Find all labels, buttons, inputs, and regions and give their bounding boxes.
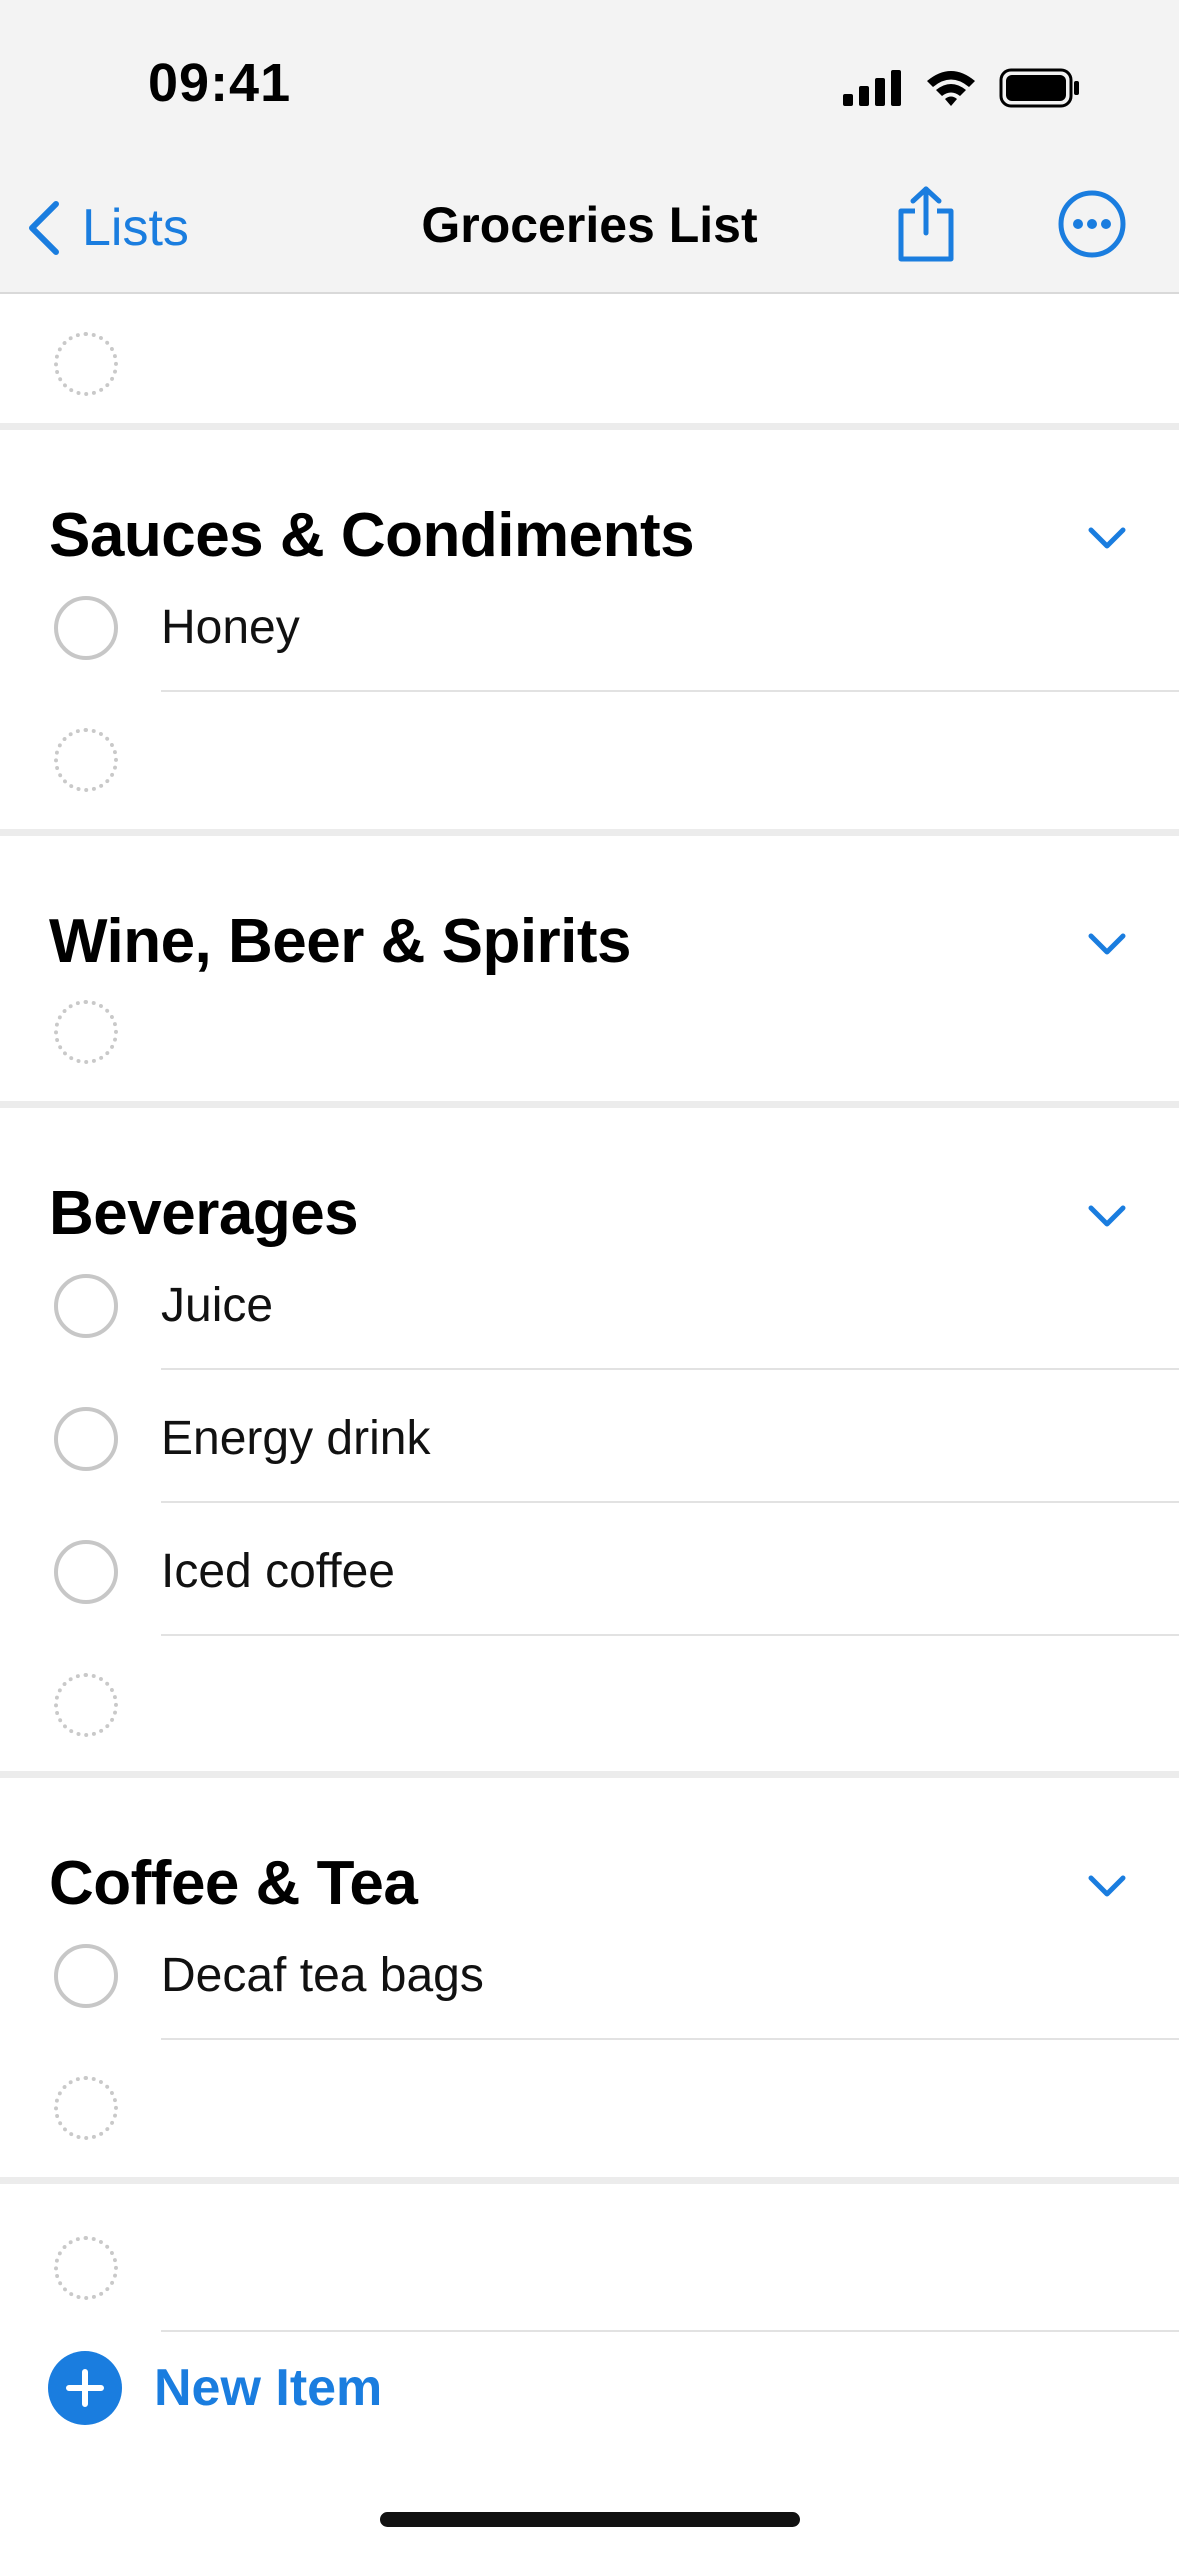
collapse-button[interactable] xyxy=(1083,920,1131,968)
item-checkbox[interactable] xyxy=(54,1540,118,1604)
list-item[interactable]: Energy drink xyxy=(0,1371,1179,1503)
empty-item-row[interactable] xyxy=(0,692,1179,824)
section-ungrouped xyxy=(0,2184,1179,2484)
collapse-chevron-icon xyxy=(1088,527,1126,549)
empty-item-row[interactable] xyxy=(0,2040,1179,2172)
divider xyxy=(161,1501,1179,1503)
item-text[interactable]: Juice xyxy=(161,1278,273,1333)
status-time: 09:41 xyxy=(148,53,292,113)
collapse-button[interactable] xyxy=(1083,1192,1131,1240)
item-text[interactable]: Decaf tea bags xyxy=(161,1948,484,2003)
wifi-icon xyxy=(927,71,975,106)
empty-item-row[interactable] xyxy=(0,296,1179,428)
list-item[interactable]: Juice xyxy=(0,1238,1179,1370)
share-button[interactable] xyxy=(884,182,968,266)
collapse-chevron-icon xyxy=(1088,1205,1126,1227)
list-item[interactable]: Honey xyxy=(0,560,1179,692)
share-icon xyxy=(898,186,954,262)
item-checkbox[interactable] xyxy=(54,1944,118,2008)
list-content: Sauces & Condiments Honey Wine, Beer & S… xyxy=(0,296,1179,2484)
item-text[interactable]: Iced coffee xyxy=(161,1544,395,1599)
new-item-placeholder-circle[interactable] xyxy=(54,332,118,396)
collapse-button[interactable] xyxy=(1083,1862,1131,1910)
back-chevron-icon xyxy=(29,201,59,255)
section-sauces-condiments: Sauces & Condiments Honey xyxy=(0,430,1179,836)
list-item[interactable]: Decaf tea bags xyxy=(0,1908,1179,2040)
new-item-placeholder-circle[interactable] xyxy=(54,2076,118,2140)
back-label: Lists xyxy=(82,199,189,257)
section-coffee-tea: Coffee & Tea Decaf tea bags xyxy=(0,1778,1179,2184)
status-icons xyxy=(843,66,1081,110)
item-checkbox[interactable] xyxy=(54,1274,118,1338)
home-indicator[interactable] xyxy=(380,2512,800,2527)
new-item-placeholder-circle[interactable] xyxy=(54,2236,118,2300)
section-beverages: Beverages Juice Energy drink Iced coffee xyxy=(0,1108,1179,1778)
divider xyxy=(161,1634,1179,1636)
new-item-placeholder-circle[interactable] xyxy=(54,1000,118,1064)
empty-item-row[interactable] xyxy=(0,2200,1179,2332)
new-item-button[interactable]: New Item xyxy=(48,2348,382,2428)
item-text[interactable]: Energy drink xyxy=(161,1411,430,1466)
more-icon xyxy=(1058,190,1126,258)
collapse-button[interactable] xyxy=(1083,514,1131,562)
item-text[interactable]: Honey xyxy=(161,600,300,655)
section-wine-beer-spirits: Wine, Beer & Spirits xyxy=(0,836,1179,1108)
divider xyxy=(161,1368,1179,1370)
new-item-label: New Item xyxy=(154,2359,383,2417)
back-button[interactable]: Lists xyxy=(24,188,189,268)
signal-icon xyxy=(843,70,901,106)
empty-item-row[interactable] xyxy=(0,1637,1179,1769)
previous-section xyxy=(0,296,1179,430)
divider xyxy=(161,2330,1179,2332)
battery-icon xyxy=(999,68,1079,108)
new-item-placeholder-circle[interactable] xyxy=(54,728,118,792)
new-item-placeholder-circle[interactable] xyxy=(54,1673,118,1737)
collapse-chevron-icon xyxy=(1088,933,1126,955)
navigation-header: 09:41 Lists Groceries List xyxy=(0,0,1179,294)
collapse-chevron-icon xyxy=(1088,1875,1126,1897)
item-checkbox[interactable] xyxy=(54,596,118,660)
item-checkbox[interactable] xyxy=(54,1407,118,1471)
plus-icon xyxy=(48,2351,122,2425)
more-button[interactable] xyxy=(1050,182,1134,266)
empty-item-row[interactable] xyxy=(0,964,1179,1096)
list-item[interactable]: Iced coffee xyxy=(0,1504,1179,1636)
